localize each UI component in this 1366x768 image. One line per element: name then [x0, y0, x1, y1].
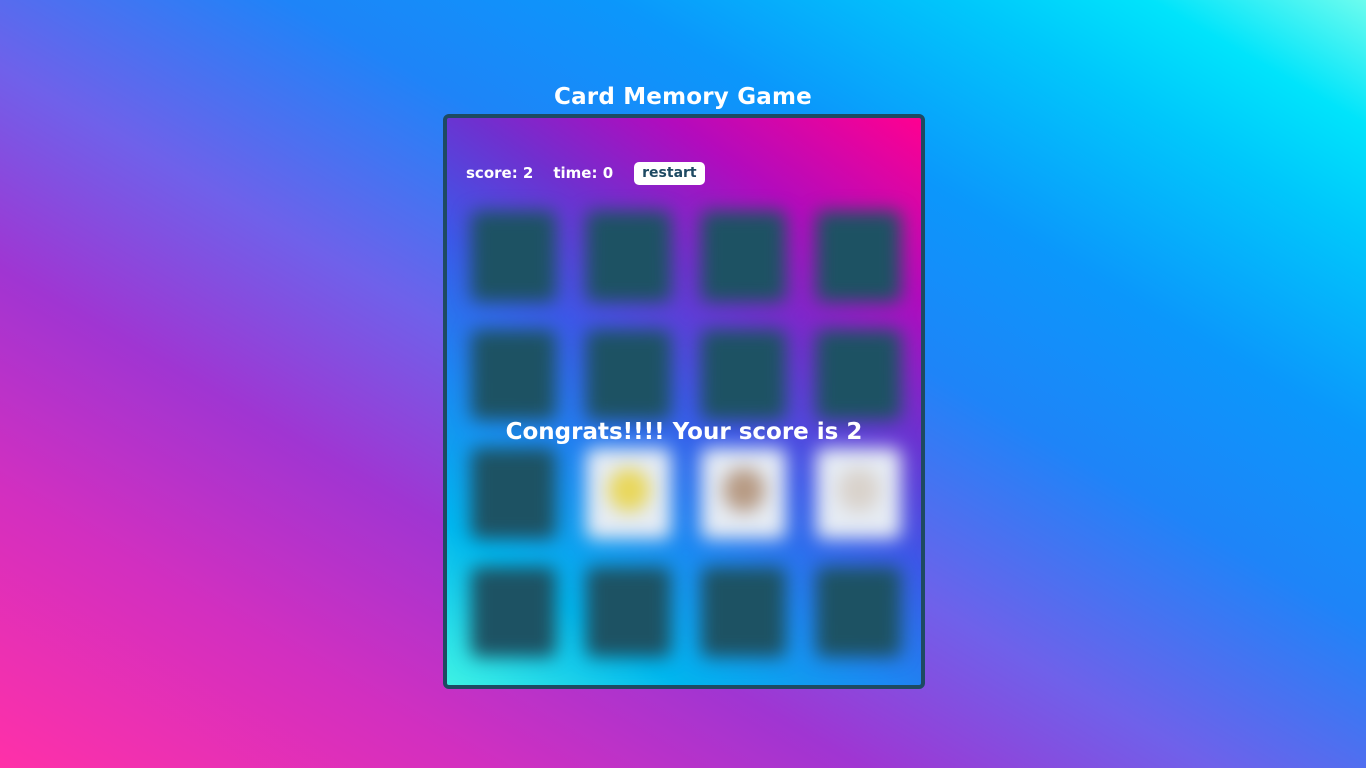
- time-display: time: 0: [553, 164, 614, 182]
- score-display: score: 2: [466, 164, 534, 182]
- card-back[interactable]: [701, 211, 786, 302]
- card-picture: [838, 468, 880, 512]
- card-back[interactable]: [471, 448, 556, 539]
- card-back[interactable]: [471, 211, 556, 302]
- card-back[interactable]: [816, 329, 901, 420]
- restart-button[interactable]: restart: [634, 161, 705, 185]
- game-hud: score: 2 time: 0 restart: [466, 160, 705, 186]
- game-board: score: 2 time: 0 restart Congrats!!!! Yo…: [443, 114, 925, 689]
- card-face-revealed: [816, 448, 901, 539]
- card-back[interactable]: [586, 211, 671, 302]
- card-picture: [608, 468, 650, 512]
- card-back[interactable]: [816, 566, 901, 657]
- card-back[interactable]: [701, 329, 786, 420]
- congrats-message: Congrats!!!! Your score is 2: [505, 419, 863, 445]
- card-face-revealed: [586, 448, 671, 539]
- card-back[interactable]: [471, 566, 556, 657]
- card-picture: [723, 468, 765, 512]
- card-back[interactable]: [471, 329, 556, 420]
- card-back[interactable]: [586, 566, 671, 657]
- card-face-revealed: [701, 448, 786, 539]
- card-back[interactable]: [701, 566, 786, 657]
- page-title: Card Memory Game: [554, 84, 812, 110]
- card-back[interactable]: [816, 211, 901, 302]
- card-back[interactable]: [586, 329, 671, 420]
